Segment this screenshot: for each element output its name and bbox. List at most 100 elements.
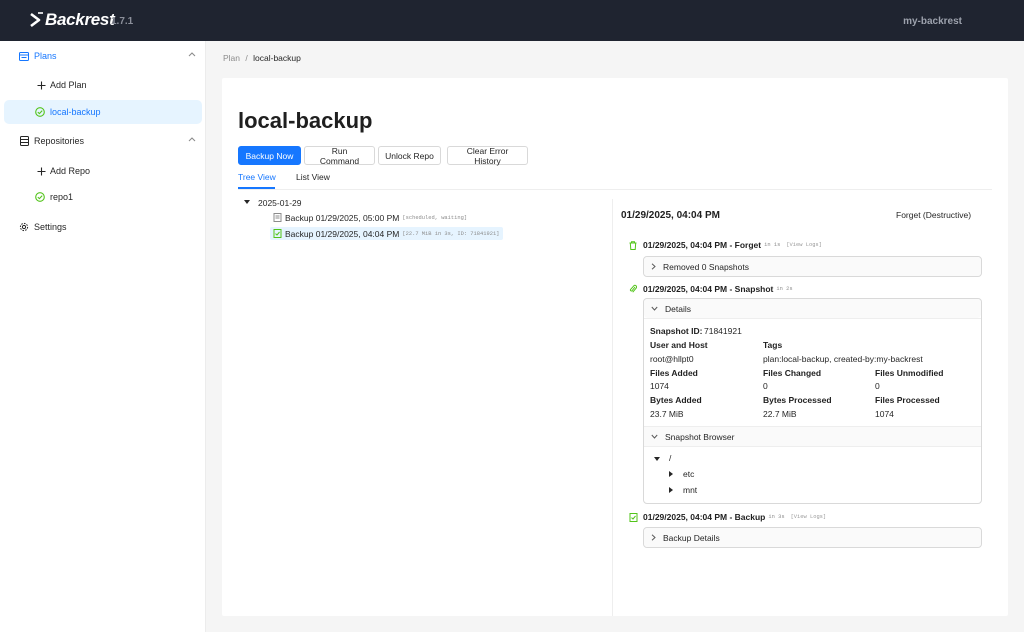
sidebar-repositories-label: Repositories <box>34 136 85 146</box>
user-host-label: User and Host <box>650 340 708 350</box>
sidebar-settings-label: Settings <box>34 222 67 232</box>
snapshot-event-duration: in 2s <box>776 286 793 292</box>
snapshot-id-value: 71841921 <box>704 326 742 336</box>
check-circle-icon <box>35 192 45 202</box>
backup-details-header[interactable]: Backup Details <box>644 528 981 547</box>
chevron-down-icon <box>651 434 658 439</box>
forget-view-logs-link[interactable]: [View Logs] <box>786 242 822 248</box>
backup-event-duration: in 3s <box>768 514 785 520</box>
forget-destructive-button[interactable]: Forget (Destructive) <box>896 210 971 220</box>
sidebar-item-settings[interactable]: Settings <box>4 215 202 239</box>
repo-item-label: repo1 <box>50 192 74 202</box>
removed-snapshots-header[interactable]: Removed 0 Snapshots <box>644 257 981 276</box>
chevron-up-icon <box>188 52 196 57</box>
plans-icon <box>19 51 29 61</box>
tree-item-label: Backup 01/29/2025, 04:04 PM <box>285 228 400 239</box>
chevron-right-icon <box>651 263 656 270</box>
tags-label: Tags <box>763 340 783 350</box>
instance-name: my-backrest <box>903 16 962 27</box>
sidebar-item-local-backup[interactable]: local-backup <box>4 100 202 124</box>
removed-snapshots-panel[interactable]: Removed 0 Snapshots <box>643 256 982 277</box>
top-bar: Backrest 1.7.1 my-backrest <box>0 0 1024 41</box>
file-success-icon <box>629 512 639 522</box>
caret-down-icon[interactable] <box>244 200 250 204</box>
backrest-logo-icon <box>30 12 43 28</box>
files-processed-value: 1074 <box>875 409 894 419</box>
bytes-processed-value: 22.7 MiB <box>763 409 797 419</box>
backup-details-label: Backup Details <box>663 532 720 543</box>
pane-divider <box>612 199 613 616</box>
forget-event-title: 01/29/2025, 04:04 PM - Forget <box>643 240 762 250</box>
version-label: 1.7.1 <box>111 16 134 27</box>
details-divider <box>644 318 981 319</box>
trash-icon <box>629 240 639 250</box>
snapshot-browser-header[interactable]: Snapshot Browser <box>644 427 981 446</box>
run-command-button[interactable]: Run Command <box>304 146 375 166</box>
files-changed-label: Files Changed <box>763 368 822 378</box>
tree-item-scheduled[interactable]: Backup 01/29/2025, 05:00 PM [scheduled, … <box>270 211 471 224</box>
detail-title: 01/29/2025, 04:04 PM <box>621 210 720 221</box>
tab-list-view[interactable]: List View <box>296 172 330 182</box>
plus-icon <box>36 166 46 176</box>
caret-right-icon[interactable] <box>669 471 673 477</box>
snapshot-id-label: Snapshot ID: <box>650 326 703 336</box>
sidebar-item-repo1[interactable]: repo1 <box>4 185 202 209</box>
tree-item-completed[interactable]: Backup 01/29/2025, 04:04 PM [22.7 MiB in… <box>270 227 504 240</box>
unlock-repo-button[interactable]: Unlock Repo <box>378 146 441 165</box>
sidebar-item-add-repo[interactable]: Add Repo <box>4 159 202 183</box>
forget-event: 01/29/2025, 04:04 PM - Forget in 1s [Vie… <box>629 239 822 251</box>
backup-event-title: 01/29/2025, 04:04 PM - Backup <box>643 512 766 522</box>
files-added-value: 1074 <box>650 381 669 391</box>
tab-tree-view[interactable]: Tree View <box>238 172 276 182</box>
plan-item-label: local-backup <box>50 107 101 117</box>
backup-now-button[interactable]: Backup Now <box>238 146 301 165</box>
snapshot-event-title: 01/29/2025, 04:04 PM - Snapshot <box>643 284 774 294</box>
plus-icon <box>36 80 46 90</box>
backup-details-panel[interactable]: Backup Details <box>643 527 982 548</box>
chevron-down-icon <box>651 306 658 311</box>
paperclip-icon <box>629 284 639 294</box>
backrest-logo[interactable]: Backrest <box>30 10 115 30</box>
chevron-right-icon <box>651 534 656 541</box>
forget-event-duration: in 1s <box>764 242 781 248</box>
caret-down-icon[interactable] <box>654 457 660 461</box>
snapshot-event: 01/29/2025, 04:04 PM - Snapshot in 2s <box>629 283 793 295</box>
caret-right-icon[interactable] <box>669 487 673 493</box>
view-tabs: Tree View List View <box>238 172 992 190</box>
tree-item-label: Backup 01/29/2025, 05:00 PM <box>285 212 400 223</box>
tree-date-node[interactable]: 2025-01-29 <box>258 198 301 208</box>
files-unmodified-label: Files Unmodified <box>875 368 944 378</box>
tree-item-meta: [scheduled, waiting] <box>402 214 468 221</box>
tags-value: plan:local-backup, created-by:my-backres… <box>763 354 923 364</box>
details-header[interactable]: Details <box>644 299 981 318</box>
sidebar: Plans Add Plan local-backup Repositories… <box>0 41 206 632</box>
database-icon <box>19 136 29 146</box>
gear-icon <box>19 222 29 232</box>
fs-node-mnt[interactable]: mnt <box>683 485 697 495</box>
files-added-label: Files Added <box>650 368 698 378</box>
sidebar-item-add-plan[interactable]: Add Plan <box>4 73 202 97</box>
file-success-icon <box>273 229 282 238</box>
sidebar-plans-label: Plans <box>34 51 57 61</box>
sidebar-group-repositories[interactable]: Repositories <box>4 129 202 153</box>
clear-error-history-button[interactable]: Clear Error History <box>447 146 528 166</box>
check-circle-icon <box>35 107 45 117</box>
user-host-value: root@hllpt0 <box>650 354 694 364</box>
fs-root-node[interactable]: / <box>669 453 671 463</box>
tab-active-indicator <box>238 187 275 189</box>
add-plan-label: Add Plan <box>50 80 87 90</box>
details-label: Details <box>665 303 691 314</box>
removed-snapshots-label: Removed 0 Snapshots <box>663 261 749 272</box>
tree-item-meta: [22.7 MiB in 3s, ID: 71841921] <box>402 230 500 237</box>
breadcrumb-root[interactable]: Plan <box>223 53 240 63</box>
page-title: local-backup <box>238 108 373 133</box>
details-panel: Details Snapshot ID: 71841921 User and H… <box>643 298 982 504</box>
backup-view-logs-link[interactable]: [View Logs] <box>791 514 827 520</box>
browser-divider-bottom <box>644 446 981 447</box>
bytes-added-value: 23.7 MiB <box>650 409 684 419</box>
sidebar-group-plans[interactable]: Plans <box>4 44 202 68</box>
files-unmodified-value: 0 <box>875 381 880 391</box>
breadcrumb: Plan / local-backup <box>223 53 301 63</box>
fs-node-etc[interactable]: etc <box>683 469 694 479</box>
chevron-up-icon <box>188 137 196 142</box>
